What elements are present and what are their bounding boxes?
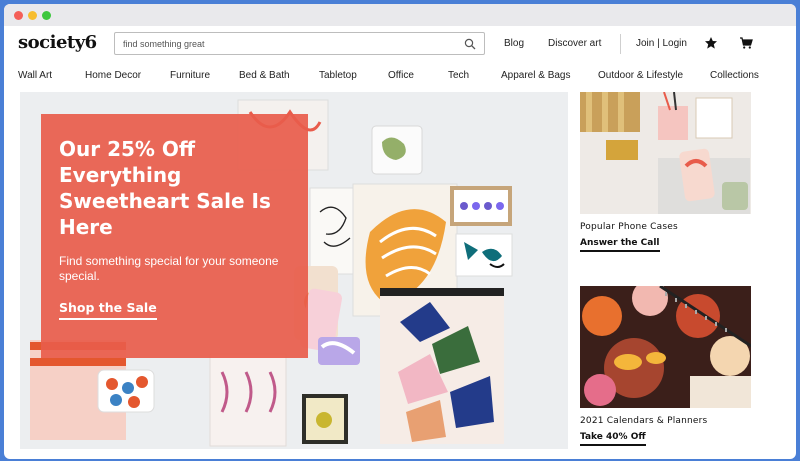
nav-item-wall-art[interactable]: Wall Art bbox=[18, 70, 52, 81]
hero-banner[interactable]: Our 25% Off Everything Sweetheart Sale I… bbox=[20, 92, 568, 449]
nav-item-home-decor[interactable]: Home Decor bbox=[85, 70, 141, 81]
answer-the-call-link[interactable]: Answer the Call bbox=[580, 238, 660, 252]
nav-item-tech[interactable]: Tech bbox=[448, 70, 469, 81]
hero-headline: Our 25% Off Everything Sweetheart Sale I… bbox=[59, 137, 271, 239]
minimize-window-button[interactable] bbox=[28, 11, 37, 20]
phone-cases-title: Popular Phone Cases bbox=[580, 222, 678, 232]
calendars-title: 2021 Calendars & Planners bbox=[580, 416, 708, 426]
nav-item-outdoor-lifestyle[interactable]: Outdoor & Lifestyle bbox=[598, 70, 683, 81]
category-nav: Wall Art Home Decor Furniture Bed & Bath… bbox=[4, 62, 796, 90]
hero-subtext: Find something special for your someone … bbox=[59, 254, 279, 283]
header-divider bbox=[620, 34, 621, 54]
calendars-image[interactable] bbox=[580, 286, 751, 408]
join-login-link[interactable]: Join | Login bbox=[636, 38, 687, 49]
phone-cases-card[interactable]: Popular Phone Cases Answer the Call bbox=[580, 92, 751, 252]
shop-the-sale-link[interactable]: Shop the Sale bbox=[59, 300, 157, 320]
phone-cases-image[interactable] bbox=[580, 92, 751, 214]
window-titlebar bbox=[4, 4, 796, 26]
nav-item-bed-bath[interactable]: Bed & Bath bbox=[239, 70, 290, 81]
search-icon[interactable] bbox=[464, 38, 476, 50]
blog-link[interactable]: Blog bbox=[504, 38, 524, 49]
maximize-window-button[interactable] bbox=[42, 11, 51, 20]
search-input[interactable] bbox=[123, 33, 453, 54]
promo-panel: Our 25% Off Everything Sweetheart Sale I… bbox=[41, 114, 308, 358]
nav-item-furniture[interactable]: Furniture bbox=[170, 70, 210, 81]
nav-item-apparel-bags[interactable]: Apparel & Bags bbox=[501, 70, 571, 81]
nav-item-office[interactable]: Office bbox=[388, 70, 414, 81]
search-bar[interactable] bbox=[114, 32, 485, 55]
site-logo[interactable]: society6 bbox=[18, 32, 97, 53]
nav-item-collections[interactable]: Collections bbox=[710, 70, 759, 81]
calendars-card[interactable]: 2021 Calendars & Planners Take 40% Off bbox=[580, 286, 751, 446]
discover-art-link[interactable]: Discover art bbox=[548, 38, 601, 49]
browser-window: society6 Blog Discover art Join | Login … bbox=[4, 4, 796, 459]
nav-item-tabletop[interactable]: Tabletop bbox=[319, 70, 357, 81]
site-header: society6 Blog Discover art Join | Login bbox=[4, 26, 796, 62]
cart-icon[interactable] bbox=[739, 36, 753, 50]
star-icon[interactable] bbox=[704, 36, 718, 50]
close-window-button[interactable] bbox=[14, 11, 23, 20]
take-40-off-link[interactable]: Take 40% Off bbox=[580, 432, 646, 446]
